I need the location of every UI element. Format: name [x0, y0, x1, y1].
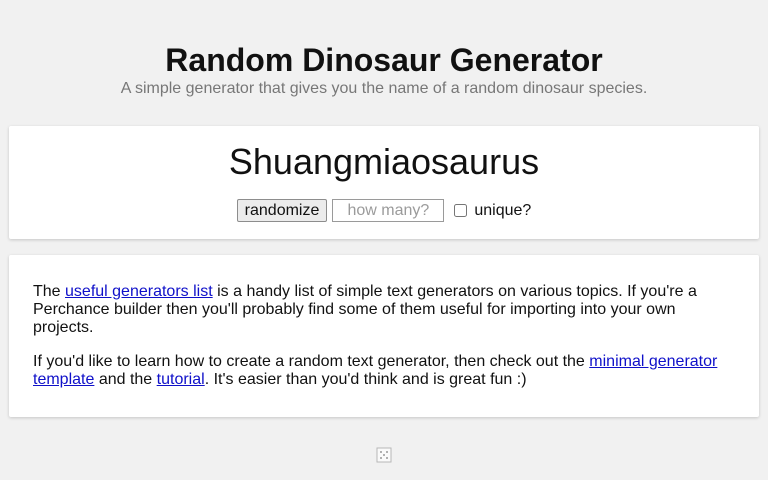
dice-icon[interactable]	[376, 447, 392, 463]
tutorial-paragraph: If you'd like to learn how to create a r…	[33, 353, 731, 389]
paragraph-text: and the	[94, 371, 157, 388]
generated-dinosaur-name: Shuangmiaosaurus	[228, 141, 540, 182]
generators-list-paragraph: The useful generators list is a handy li…	[33, 283, 731, 337]
generator-controls: randomize unique?	[9, 199, 759, 222]
tutorial-link[interactable]: tutorial	[157, 371, 205, 388]
useful-generators-list-link[interactable]: useful generators list	[65, 283, 213, 300]
randomize-button[interactable]: randomize	[236, 199, 328, 222]
page-title: Random Dinosaur Generator	[165, 42, 603, 79]
paragraph-text: . It's easier than you'd think and is gr…	[204, 371, 527, 388]
page-subtitle: A simple generator that gives you the na…	[120, 80, 648, 97]
unique-label: unique?	[474, 201, 532, 219]
generator-card: Shuangmiaosaurus randomize unique?	[9, 126, 759, 239]
info-card: The useful generators list is a handy li…	[9, 255, 759, 417]
paragraph-text: The	[33, 283, 66, 300]
how-many-input[interactable]	[332, 199, 445, 222]
paragraph-text: If you'd like to learn how to create a r…	[33, 353, 590, 370]
unique-checkbox[interactable]	[454, 204, 468, 217]
